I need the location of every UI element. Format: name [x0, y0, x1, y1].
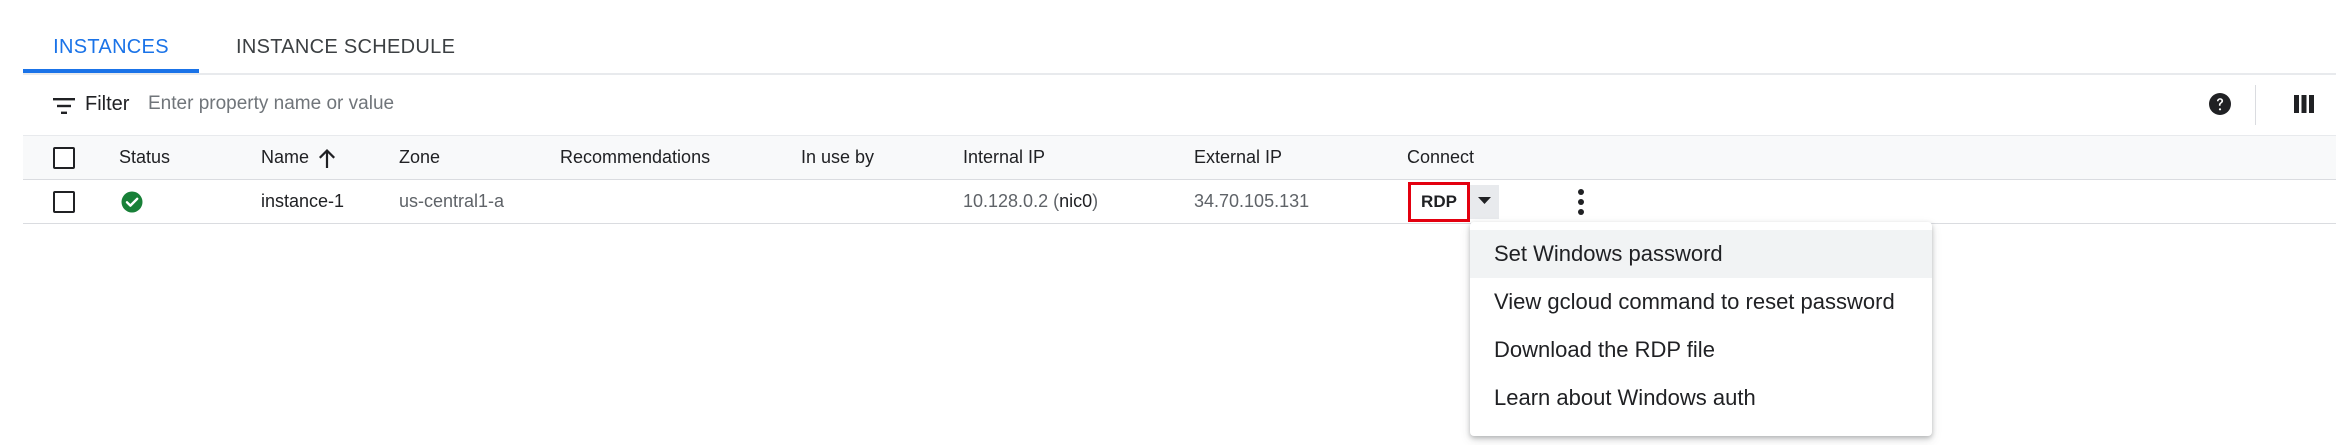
more-vert-icon[interactable]: [1569, 188, 1593, 216]
tab-bar: INSTANCES INSTANCE SCHEDULE: [23, 0, 2336, 75]
menu-item-view-gcloud-command[interactable]: View gcloud command to reset password: [1470, 278, 1932, 326]
active-tab-indicator: [23, 69, 199, 73]
instances-table: Status Name Zone Recommendations In use …: [23, 135, 2336, 224]
internal-ip-value: 10.128.0.2: [963, 191, 1049, 211]
column-header-connect[interactable]: Connect: [1407, 136, 1474, 179]
filter-label: Filter: [85, 93, 130, 115]
rdp-connect-button[interactable]: RDP: [1408, 182, 1470, 222]
column-header-zone[interactable]: Zone: [399, 136, 440, 179]
external-ip-value: 34.70.105.131: [1194, 191, 1310, 211]
column-header-name-label: Name: [261, 147, 310, 167]
nic-link[interactable]: nic0: [1059, 191, 1092, 211]
table-header: Status Name Zone Recommendations In use …: [23, 135, 2336, 180]
filter-bar: Filter: [23, 75, 2336, 135]
column-header-external-ip[interactable]: External IP: [1194, 136, 1282, 179]
filter-input[interactable]: [148, 87, 1148, 121]
menu-item-download-rdp-file[interactable]: Download the RDP file: [1470, 326, 1932, 374]
rdp-options-menu: Set Windows password View gcloud command…: [1470, 222, 1932, 436]
column-header-internal-ip[interactable]: Internal IP: [963, 136, 1045, 179]
caret-down-icon: [1478, 197, 1491, 204]
sort-ascending-arrow-icon: [319, 149, 336, 169]
tab-instances[interactable]: INSTANCES: [23, 36, 199, 59]
internal-ip-cell: 10.128.0.2 (nic0): [963, 180, 1098, 223]
toolbar-divider: [2255, 85, 2256, 125]
column-header-status[interactable]: Status: [119, 136, 170, 179]
menu-item-learn-windows-auth[interactable]: Learn about Windows auth: [1470, 374, 1932, 422]
status-running-check-icon: [121, 191, 143, 213]
menu-item-set-windows-password[interactable]: Set Windows password: [1470, 230, 1932, 278]
table-row: instance-1 us-central1-a 10.128.0.2 (nic…: [23, 180, 2336, 224]
zone-value: us-central1-a: [399, 191, 505, 211]
row-checkbox[interactable]: [53, 191, 75, 213]
tab-instance-schedule[interactable]: INSTANCE SCHEDULE: [236, 36, 455, 59]
nic-close-paren: ): [1092, 191, 1099, 211]
column-header-name[interactable]: Name: [261, 136, 337, 179]
help-circle-icon[interactable]: [2208, 92, 2232, 116]
rdp-dropdown-toggle[interactable]: [1470, 185, 1499, 219]
column-header-in-use-by[interactable]: In use by: [801, 136, 874, 179]
filter-icon: [53, 98, 75, 114]
nic-open-paren: (: [1048, 191, 1060, 211]
select-all-checkbox[interactable]: [53, 147, 75, 169]
column-display-icon[interactable]: [2293, 93, 2315, 115]
instance-name-link[interactable]: instance-1: [261, 180, 344, 223]
column-header-recommendations[interactable]: Recommendations: [560, 136, 710, 179]
